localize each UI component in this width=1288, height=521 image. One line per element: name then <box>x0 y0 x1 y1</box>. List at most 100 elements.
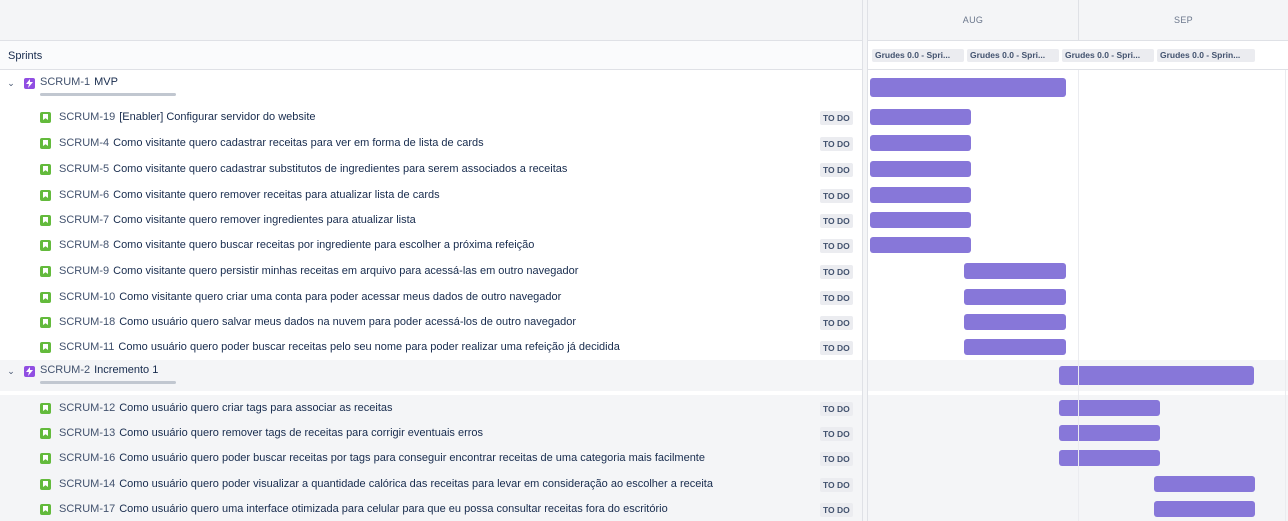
issue-timeline-bar[interactable] <box>1059 400 1160 416</box>
story-summary[interactable]: SCRUM-16 Como usuário quero poder buscar … <box>59 452 705 464</box>
issue-timeline-bar[interactable] <box>870 161 971 177</box>
status-badge[interactable]: TO DO <box>820 111 853 125</box>
issue-key[interactable]: SCRUM-6 <box>59 189 109 201</box>
issue-title[interactable]: Como visitante quero cadastrar substitut… <box>113 163 567 175</box>
epic-key[interactable]: SCRUM-2 Incremento 1 <box>40 364 158 376</box>
story-summary[interactable]: SCRUM-13 Como usuário quero remover tags … <box>59 427 483 439</box>
status-badge[interactable]: TO DO <box>820 291 853 305</box>
table-row[interactable]: SCRUM-7 Como visitante quero remover ingr… <box>0 207 1288 233</box>
table-row[interactable]: SCRUM-14 Como usuário quero poder visuali… <box>0 471 1288 497</box>
status-badge[interactable]: TO DO <box>820 452 853 466</box>
story-summary[interactable]: SCRUM-10 Como visitante quero criar uma c… <box>59 291 561 303</box>
issue-key[interactable]: SCRUM-12 <box>59 402 115 414</box>
epic-title[interactable]: MVP <box>94 76 118 88</box>
issue-title[interactable]: Como usuário quero criar tags para assoc… <box>119 402 392 414</box>
table-row[interactable]: SCRUM-18 Como usuário quero salvar meus d… <box>0 309 1288 335</box>
issue-key[interactable]: SCRUM-4 <box>59 137 109 149</box>
story-summary[interactable]: SCRUM-14 Como usuário quero poder visuali… <box>59 478 713 490</box>
table-row[interactable]: SCRUM-8 Como visitante quero buscar recei… <box>0 232 1288 258</box>
status-badge[interactable]: TO DO <box>820 316 853 330</box>
epic-key[interactable]: SCRUM-1 MVP <box>40 76 118 88</box>
epic-row[interactable]: ⌄ SCRUM-1 MVP <box>0 72 1288 103</box>
issue-title[interactable]: Como visitante quero remover receitas pa… <box>113 189 439 201</box>
issue-title[interactable]: Como usuário quero poder buscar receitas… <box>119 452 705 464</box>
status-badge[interactable]: TO DO <box>820 341 853 355</box>
status-badge[interactable]: TO DO <box>820 265 853 279</box>
issue-key[interactable]: SCRUM-18 <box>59 316 115 328</box>
table-row[interactable]: SCRUM-5 Como visitante quero cadastrar su… <box>0 156 1288 182</box>
status-badge[interactable]: TO DO <box>820 503 853 517</box>
status-badge[interactable]: TO DO <box>820 239 853 253</box>
issue-title[interactable]: Como visitante quero persistir minhas re… <box>113 265 578 277</box>
panel-resize-handle[interactable] <box>862 0 868 521</box>
table-row[interactable]: SCRUM-4 Como visitante quero cadastrar re… <box>0 130 1288 156</box>
issue-title[interactable]: Como usuário quero remover tags de recei… <box>119 427 483 439</box>
epic-timeline-bar[interactable] <box>870 78 1066 97</box>
chevron-down-icon[interactable]: ⌄ <box>6 78 16 88</box>
issue-timeline-bar[interactable] <box>870 187 971 203</box>
issue-key[interactable]: SCRUM-5 <box>59 163 109 175</box>
issue-timeline-bar[interactable] <box>870 135 971 151</box>
table-row[interactable]: SCRUM-11 Como usuário quero poder buscar … <box>0 334 1288 360</box>
issue-title[interactable]: Como visitante quero criar uma conta par… <box>119 291 561 303</box>
status-badge[interactable]: TO DO <box>820 189 853 203</box>
story-summary[interactable]: SCRUM-6 Como visitante quero remover rece… <box>59 189 440 201</box>
issue-key[interactable]: SCRUM-19 <box>59 111 115 123</box>
issue-title[interactable]: Como usuário quero uma interface otimiza… <box>119 503 667 515</box>
issue-timeline-bar[interactable] <box>964 339 1066 355</box>
epic-title[interactable]: Incremento 1 <box>94 364 158 376</box>
issue-timeline-bar[interactable] <box>870 212 971 228</box>
issue-title[interactable]: [Enabler] Configurar servidor do website <box>119 111 315 123</box>
story-summary[interactable]: SCRUM-8 Como visitante quero buscar recei… <box>59 239 534 251</box>
issue-timeline-bar[interactable] <box>1059 425 1160 441</box>
table-row[interactable]: SCRUM-10 Como visitante quero criar uma c… <box>0 284 1288 310</box>
sprint-chip[interactable]: Grudes 0.0 - Spri... <box>1062 49 1154 62</box>
issue-timeline-bar[interactable] <box>870 237 971 253</box>
issue-key[interactable]: SCRUM-13 <box>59 427 115 439</box>
status-badge[interactable]: TO DO <box>820 427 853 441</box>
issue-title[interactable]: Como usuário quero poder buscar receitas… <box>118 341 619 353</box>
table-row[interactable]: SCRUM-17 Como usuário quero uma interface… <box>0 496 1288 521</box>
issue-key[interactable]: SCRUM-11 <box>59 341 114 353</box>
table-row[interactable]: SCRUM-13 Como usuário quero remover tags … <box>0 420 1288 446</box>
issue-key[interactable]: SCRUM-9 <box>59 265 109 277</box>
issue-key[interactable]: SCRUM-10 <box>59 291 115 303</box>
issue-key[interactable]: SCRUM-8 <box>59 239 109 251</box>
issue-timeline-bar[interactable] <box>964 263 1066 279</box>
epic-key-text[interactable]: SCRUM-1 <box>40 76 90 88</box>
status-badge[interactable]: TO DO <box>820 402 853 416</box>
status-badge[interactable]: TO DO <box>820 214 853 228</box>
table-row[interactable]: SCRUM-19 [Enabler] Configurar servidor do… <box>0 104 1288 130</box>
issue-title[interactable]: Como visitante quero cadastrar receitas … <box>113 137 484 149</box>
issue-title[interactable]: Como visitante quero buscar receitas por… <box>113 239 534 251</box>
epic-key-text[interactable]: SCRUM-2 <box>40 364 90 376</box>
story-summary[interactable]: SCRUM-9 Como visitante quero persistir mi… <box>59 265 578 277</box>
story-summary[interactable]: SCRUM-19 [Enabler] Configurar servidor do… <box>59 111 316 123</box>
issue-timeline-bar[interactable] <box>1059 450 1160 466</box>
sprint-chip[interactable]: Grudes 0.0 - Spri... <box>967 49 1059 62</box>
story-summary[interactable]: SCRUM-5 Como visitante quero cadastrar su… <box>59 163 567 175</box>
story-summary[interactable]: SCRUM-12 Como usuário quero criar tags pa… <box>59 402 393 414</box>
table-row[interactable]: SCRUM-6 Como visitante quero remover rece… <box>0 182 1288 208</box>
issue-title[interactable]: Como visitante quero remover ingrediente… <box>113 214 416 226</box>
status-badge[interactable]: TO DO <box>820 163 853 177</box>
issue-key[interactable]: SCRUM-16 <box>59 452 115 464</box>
issue-timeline-bar[interactable] <box>1154 501 1255 517</box>
table-row[interactable]: SCRUM-16 Como usuário quero poder buscar … <box>0 445 1288 471</box>
issue-title[interactable]: Como usuário quero salvar meus dados na … <box>119 316 576 328</box>
issue-timeline-bar[interactable] <box>964 289 1066 305</box>
issue-key[interactable]: SCRUM-14 <box>59 478 115 490</box>
epic-timeline-bar[interactable] <box>1059 366 1254 385</box>
issue-key[interactable]: SCRUM-17 <box>59 503 115 515</box>
story-summary[interactable]: SCRUM-18 Como usuário quero salvar meus d… <box>59 316 576 328</box>
chevron-down-icon[interactable]: ⌄ <box>6 366 16 376</box>
status-badge[interactable]: TO DO <box>820 137 853 151</box>
issue-timeline-bar[interactable] <box>870 109 971 125</box>
story-summary[interactable]: SCRUM-17 Como usuário quero uma interface… <box>59 503 668 515</box>
table-row[interactable]: SCRUM-12 Como usuário quero criar tags pa… <box>0 395 1288 421</box>
issue-title[interactable]: Como usuário quero poder visualizar a qu… <box>119 478 713 490</box>
epic-row[interactable]: ⌄ SCRUM-2 Incremento 1 <box>0 360 1288 391</box>
story-summary[interactable]: SCRUM-7 Como visitante quero remover ingr… <box>59 214 416 226</box>
sprint-chip[interactable]: Grudes 0.0 - Spri... <box>872 49 964 62</box>
sprint-chip[interactable]: Grudes 0.0 - Sprin... <box>1157 49 1255 62</box>
